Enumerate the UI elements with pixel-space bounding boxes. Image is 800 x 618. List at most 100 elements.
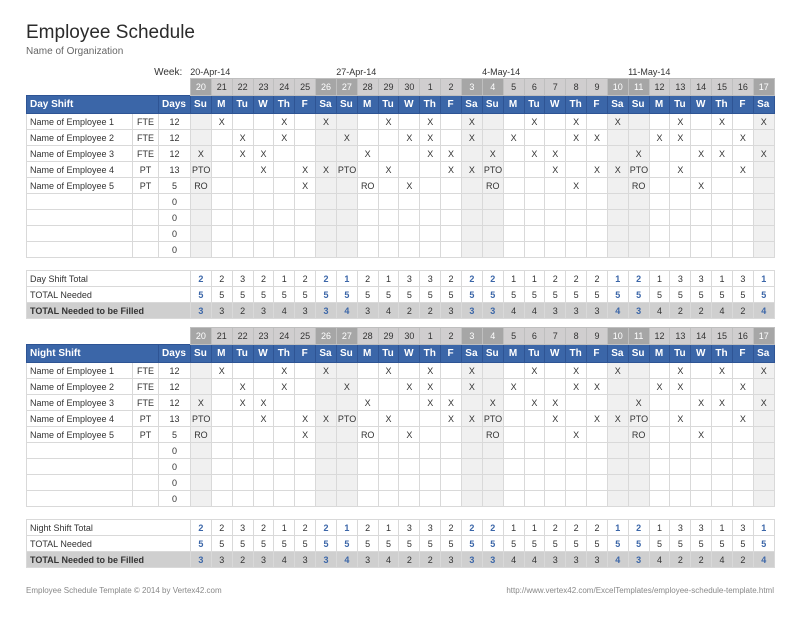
shift-cell[interactable]: [649, 242, 670, 258]
shift-cell[interactable]: [295, 459, 316, 475]
shift-cell[interactable]: [461, 210, 482, 226]
shift-cell[interactable]: X: [670, 363, 691, 379]
shift-cell[interactable]: RO: [357, 178, 378, 194]
shift-cell[interactable]: X: [420, 363, 441, 379]
shift-cell[interactable]: [336, 146, 357, 162]
shift-cell[interactable]: [378, 178, 399, 194]
shift-cell[interactable]: [691, 379, 712, 395]
shift-cell[interactable]: [482, 226, 503, 242]
shift-cell[interactable]: X: [274, 363, 295, 379]
shift-cell[interactable]: [378, 491, 399, 507]
employee-name[interactable]: Name of Employee 5: [27, 427, 133, 443]
shift-cell[interactable]: [649, 114, 670, 130]
shift-cell[interactable]: [482, 459, 503, 475]
shift-cell[interactable]: [295, 475, 316, 491]
shift-cell[interactable]: X: [336, 379, 357, 395]
shift-cell[interactable]: X: [691, 427, 712, 443]
shift-cell[interactable]: [461, 395, 482, 411]
employee-name[interactable]: Name of Employee 3: [27, 395, 133, 411]
shift-cell[interactable]: [232, 491, 253, 507]
shift-cell[interactable]: X: [649, 379, 670, 395]
shift-cell[interactable]: [191, 114, 212, 130]
shift-cell[interactable]: [191, 130, 212, 146]
shift-cell[interactable]: [587, 427, 608, 443]
shift-cell[interactable]: [649, 363, 670, 379]
shift-cell[interactable]: [566, 475, 587, 491]
employee-type[interactable]: FTE: [133, 114, 159, 130]
shift-cell[interactable]: [587, 194, 608, 210]
shift-cell[interactable]: [211, 210, 232, 226]
shift-cell[interactable]: X: [712, 363, 733, 379]
shift-cell[interactable]: [607, 459, 628, 475]
shift-cell[interactable]: [712, 130, 733, 146]
shift-cell[interactable]: [503, 146, 524, 162]
shift-cell[interactable]: [753, 491, 774, 507]
shift-cell[interactable]: [587, 114, 608, 130]
shift-cell[interactable]: [191, 459, 212, 475]
shift-cell[interactable]: [670, 146, 691, 162]
shift-cell[interactable]: [232, 114, 253, 130]
shift-cell[interactable]: [712, 242, 733, 258]
shift-cell[interactable]: X: [357, 395, 378, 411]
shift-cell[interactable]: [649, 475, 670, 491]
shift-cell[interactable]: [712, 379, 733, 395]
shift-cell[interactable]: [545, 130, 566, 146]
shift-cell[interactable]: [732, 363, 753, 379]
shift-cell[interactable]: [211, 146, 232, 162]
shift-cell[interactable]: [587, 178, 608, 194]
employee-name[interactable]: [27, 242, 133, 258]
shift-cell[interactable]: [378, 130, 399, 146]
shift-cell[interactable]: [441, 114, 462, 130]
shift-cell[interactable]: [587, 475, 608, 491]
shift-cell[interactable]: X: [670, 411, 691, 427]
shift-cell[interactable]: [211, 491, 232, 507]
shift-cell[interactable]: [357, 379, 378, 395]
shift-cell[interactable]: [461, 491, 482, 507]
employee-days[interactable]: 5: [159, 427, 191, 443]
shift-cell[interactable]: [628, 130, 649, 146]
shift-cell[interactable]: [274, 226, 295, 242]
employee-type[interactable]: [133, 210, 159, 226]
employee-type[interactable]: PT: [133, 162, 159, 178]
shift-cell[interactable]: [587, 363, 608, 379]
shift-cell[interactable]: [545, 114, 566, 130]
shift-cell[interactable]: X: [295, 411, 316, 427]
shift-cell[interactable]: X: [712, 395, 733, 411]
shift-cell[interactable]: [503, 194, 524, 210]
employee-days[interactable]: 12: [159, 146, 191, 162]
shift-cell[interactable]: [691, 210, 712, 226]
employee-days[interactable]: 12: [159, 130, 191, 146]
shift-cell[interactable]: [378, 475, 399, 491]
shift-cell[interactable]: [316, 459, 337, 475]
shift-cell[interactable]: [587, 491, 608, 507]
shift-cell[interactable]: [378, 226, 399, 242]
shift-cell[interactable]: [628, 459, 649, 475]
shift-cell[interactable]: PTO: [336, 162, 357, 178]
shift-cell[interactable]: X: [607, 363, 628, 379]
shift-cell[interactable]: X: [545, 162, 566, 178]
shift-cell[interactable]: X: [295, 427, 316, 443]
shift-cell[interactable]: [691, 194, 712, 210]
shift-cell[interactable]: X: [545, 146, 566, 162]
shift-cell[interactable]: [732, 491, 753, 507]
shift-cell[interactable]: [211, 226, 232, 242]
shift-cell[interactable]: [566, 210, 587, 226]
shift-cell[interactable]: [191, 242, 212, 258]
shift-cell[interactable]: X: [316, 411, 337, 427]
shift-cell[interactable]: X: [274, 114, 295, 130]
shift-cell[interactable]: X: [441, 162, 462, 178]
shift-cell[interactable]: RO: [191, 427, 212, 443]
shift-cell[interactable]: [607, 146, 628, 162]
shift-cell[interactable]: [336, 178, 357, 194]
shift-cell[interactable]: X: [316, 363, 337, 379]
shift-cell[interactable]: [274, 194, 295, 210]
shift-cell[interactable]: X: [670, 379, 691, 395]
shift-cell[interactable]: [274, 491, 295, 507]
shift-cell[interactable]: [753, 162, 774, 178]
shift-cell[interactable]: [461, 226, 482, 242]
shift-cell[interactable]: [211, 427, 232, 443]
shift-cell[interactable]: X: [336, 130, 357, 146]
shift-cell[interactable]: X: [399, 178, 420, 194]
employee-type[interactable]: FTE: [133, 363, 159, 379]
shift-cell[interactable]: X: [607, 114, 628, 130]
